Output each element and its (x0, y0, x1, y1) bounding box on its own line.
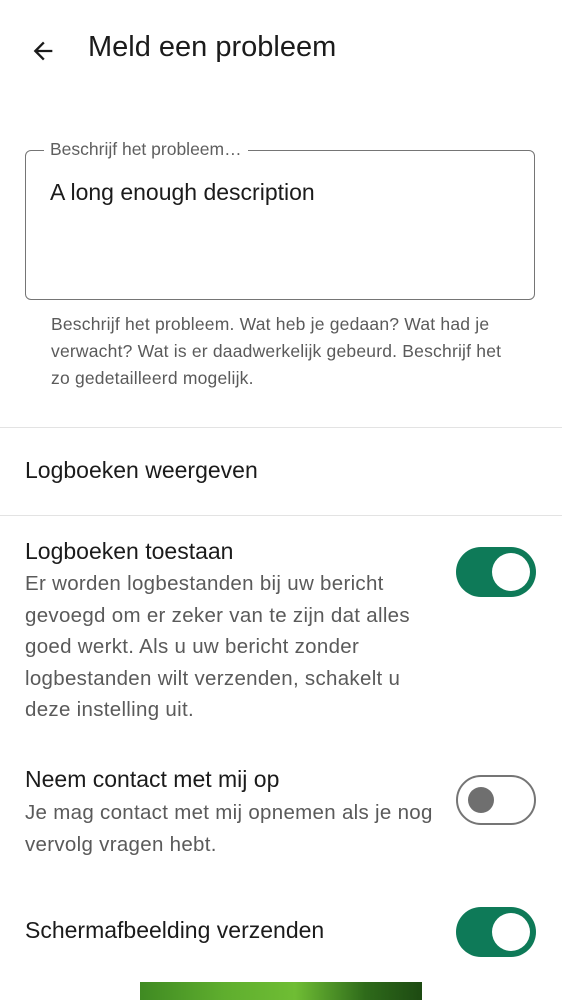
arrow-back-icon (33, 41, 53, 61)
allow-logs-title: Logboeken toestaan (25, 538, 234, 564)
page-title: Meld een probleem (88, 31, 337, 63)
send-screenshot-toggle[interactable] (456, 907, 536, 957)
send-screenshot-title: Schermafbeelding verzenden (25, 917, 325, 943)
toggle-knob (492, 913, 530, 951)
app-bar: Meld een probleem (0, 0, 562, 100)
contact-me-title: Neem contact met mij op (25, 766, 280, 792)
description-input-value[interactable]: A long enough description (50, 179, 315, 206)
toggle-knob (468, 786, 494, 813)
description-field-label: Beschrijf het probleem… (44, 139, 248, 160)
view-logs-item[interactable]: Logboeken weergeven (25, 457, 258, 484)
contact-me-description: Je mag contact met mij opnemen als je no… (25, 801, 433, 856)
allow-logs-description: Er worden logbestanden bij uw bericht ge… (25, 572, 410, 721)
divider (0, 515, 562, 516)
screenshot-preview[interactable] (140, 982, 422, 1000)
toggle-knob (492, 553, 530, 591)
description-field[interactable]: Beschrijf het probleem… A long enough de… (25, 139, 535, 300)
contact-me-toggle[interactable] (456, 775, 536, 825)
description-helper-text: Beschrijf het probleem. Wat heb je gedaa… (51, 314, 502, 388)
divider (0, 427, 562, 428)
back-button[interactable] (22, 30, 64, 72)
allow-logs-toggle[interactable] (456, 547, 536, 597)
